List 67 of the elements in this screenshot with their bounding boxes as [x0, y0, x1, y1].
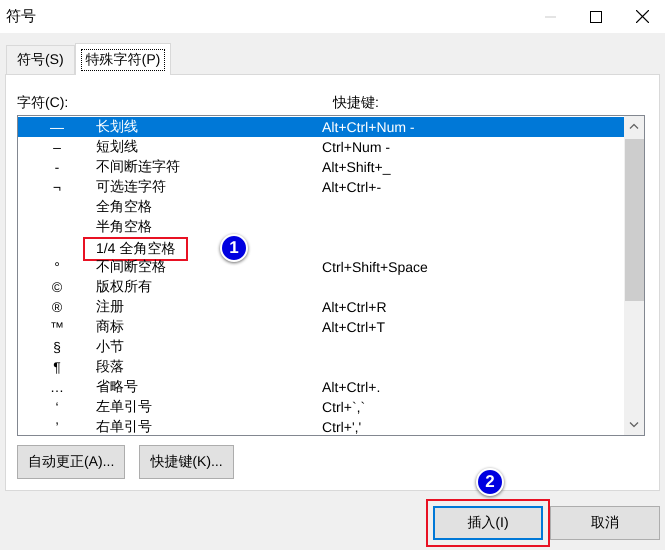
- shortcut-cell-text: Alt+Ctrl+T: [322, 319, 386, 335]
- highlight-frame: 1/4 全角空格: [83, 237, 188, 261]
- tab[interactable]: 符号(S): [6, 45, 75, 74]
- tab[interactable]: 特殊字符(P): [74, 43, 172, 75]
- symbol-cell-text: ¬: [52, 179, 62, 195]
- window-title: 符号: [6, 7, 37, 26]
- symbol-cell-text: ’: [54, 419, 60, 435]
- list-row[interactable]: ‘ 左单引号 Ctrl+`,`: [18, 397, 624, 417]
- list-row[interactable]: – 短划线 Ctrl+Num -: [18, 137, 624, 157]
- name-cell-text: 注册: [96, 298, 125, 316]
- name-cell-text: 不间断连字符: [96, 158, 181, 176]
- symbol-cell-text: —: [49, 119, 65, 135]
- shortcut-cell-text: Alt+Ctrl+.: [322, 379, 382, 395]
- list-row[interactable]: 全角空格: [18, 197, 624, 217]
- list-row[interactable]: ’ 右单引号 Ctrl+',': [18, 417, 624, 435]
- list-row[interactable]: ¬ 可选连字符 Alt+Ctrl+-: [18, 177, 624, 197]
- panel-button[interactable]: 自动更正(A)...: [17, 445, 126, 479]
- symbol-cell-text: ®: [50, 299, 64, 315]
- name-cell-text: 半角空格: [96, 218, 153, 236]
- symbol-cell-text: ‘: [54, 399, 60, 415]
- symbol-cell-text: ™: [49, 319, 65, 335]
- scrollbar[interactable]: [624, 116, 644, 435]
- symbol-cell-text: °: [53, 259, 61, 275]
- dialog-button[interactable]: 取消: [550, 506, 660, 540]
- close-icon: [636, 10, 648, 23]
- shortcut-cell-text: Alt+Ctrl+R: [322, 299, 388, 315]
- scroll-thumb[interactable]: [624, 139, 644, 301]
- name-cell-text: 商标: [96, 318, 125, 336]
- shortcut-cell-text: Ctrl+Shift+Space: [322, 259, 429, 275]
- symbol-cell-text: §: [52, 339, 62, 355]
- symbol-cell-text: …: [49, 379, 65, 395]
- list-row[interactable]: - 不间断连字符 Alt+Shift+_: [18, 157, 624, 177]
- name-cell-text: 左单引号: [96, 398, 153, 416]
- shortcut-cell-text: Alt+Ctrl+Num -: [322, 119, 416, 135]
- name-cell-text: 短划线: [96, 138, 139, 156]
- name-cell-text: 省略号: [96, 378, 139, 396]
- name-cell-text: 可选连字符: [96, 178, 167, 196]
- symbol-cell-text: -: [54, 159, 60, 175]
- symbol-cell-text: –: [52, 139, 62, 155]
- list-row[interactable]: ® 注册 Alt+Ctrl+R: [18, 297, 624, 317]
- list-row[interactable]: ™ 商标 Alt+Ctrl+T: [18, 317, 624, 337]
- step-badge: 1: [220, 234, 248, 262]
- list-row[interactable]: ¶ 段落: [18, 357, 624, 377]
- symbol-cell-text: ©: [50, 279, 64, 295]
- dialog-button[interactable]: 插入(I): [433, 506, 543, 540]
- column-header: 快捷键:: [333, 94, 380, 112]
- list-row[interactable]: — 长划线 Alt+Ctrl+Num -: [18, 117, 624, 137]
- list-row[interactable]: © 版权所有: [18, 277, 624, 297]
- list-row[interactable]: … 省略号 Alt+Ctrl+.: [18, 377, 624, 397]
- list-row[interactable]: 半角空格: [18, 217, 624, 237]
- shortcut-cell-text: Alt+Shift+_: [322, 159, 392, 175]
- column-header: 字符(C):: [17, 94, 70, 112]
- name-cell-text: 段落: [96, 358, 125, 376]
- symbol-cell-text: ¶: [52, 359, 62, 375]
- name-cell-text: 全角空格: [96, 198, 153, 216]
- panel-button[interactable]: 快捷键(K)...: [139, 445, 234, 479]
- shortcut-cell-text: Alt+Ctrl+-: [322, 179, 382, 195]
- shortcut-cell-text: Ctrl+',': [322, 419, 362, 435]
- name-cell-text: 小节: [96, 338, 125, 356]
- name-cell-text: 右单引号: [96, 418, 153, 435]
- maximize-icon: [590, 10, 602, 22]
- name-cell-text: 不间断空格: [96, 258, 167, 276]
- list-row[interactable]: § 小节: [18, 337, 624, 357]
- shortcut-cell-text: Ctrl+`,`: [322, 399, 366, 415]
- name-cell-text: 版权所有: [96, 278, 153, 296]
- shortcut-cell-text: Ctrl+Num -: [322, 139, 392, 155]
- name-cell-text: 长划线: [96, 118, 139, 136]
